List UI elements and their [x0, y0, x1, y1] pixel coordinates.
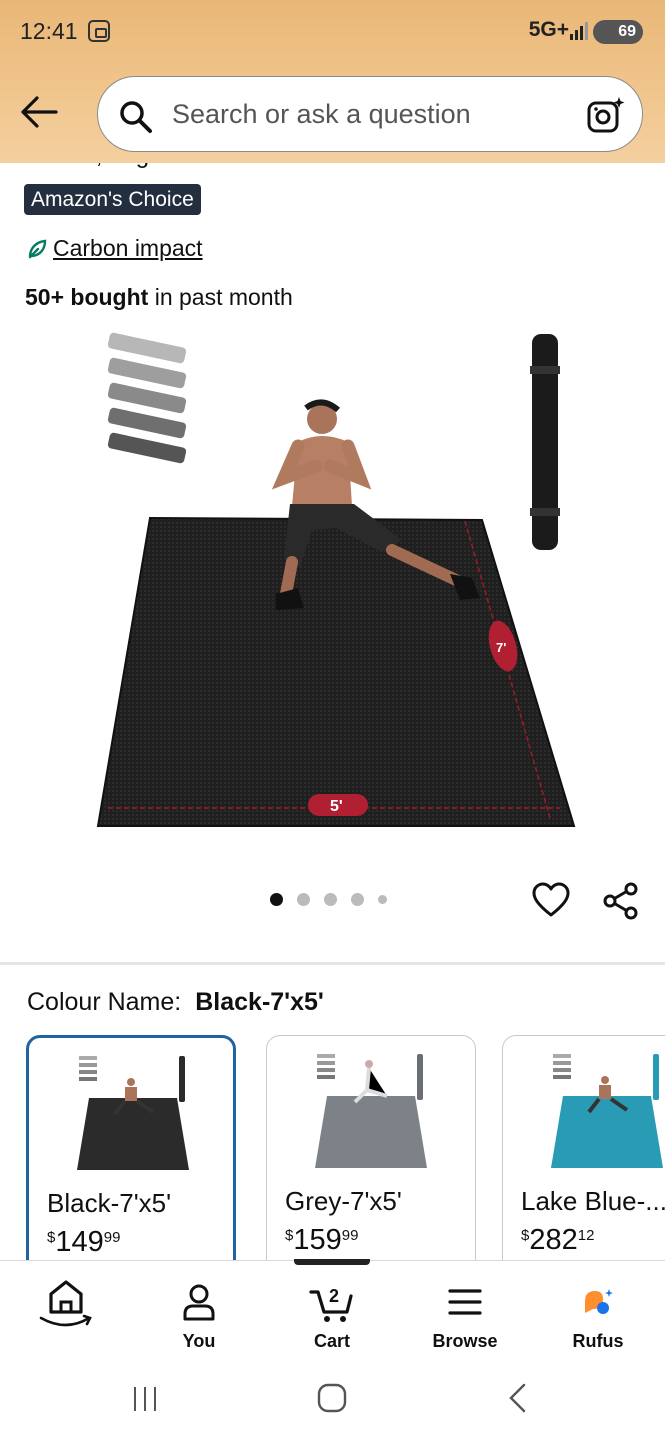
nav-rufus-label: Rufus: [572, 1331, 624, 1351]
menu-icon: [448, 1289, 482, 1315]
signal-icon: [570, 22, 590, 40]
search-icon: [120, 101, 152, 133]
home-button-icon[interactable]: [316, 1382, 348, 1414]
search-bar[interactable]: Search or ask a question: [97, 76, 643, 152]
pagination-dot[interactable]: [324, 893, 337, 906]
nav-rufus[interactable]: Rufus: [548, 1279, 648, 1352]
colour-name-value: Black-7'x5': [195, 988, 324, 1016]
cart-icon: 2: [309, 1286, 353, 1322]
swatch-name: Lake Blue-...: [521, 1186, 665, 1216]
rufus-icon: [585, 1289, 613, 1314]
bottom-navigation: You 2 Cart Browse Rufus: [0, 1259, 665, 1360]
colour-name-label: Colour Name: Black-7'x5': [27, 988, 324, 1017]
mat-length-label: 7': [496, 640, 506, 655]
image-pagination[interactable]: [270, 893, 387, 906]
share-icon[interactable]: [602, 882, 640, 920]
price-cents: 12: [577, 1227, 595, 1244]
price-cents: 99: [103, 1229, 121, 1246]
swatch-thumbnail: [77, 1056, 189, 1170]
pagination-dot[interactable]: [378, 895, 387, 904]
nav-home[interactable]: [16, 1279, 116, 1331]
price-whole: 149: [55, 1226, 104, 1258]
app-header: 12:41 5G+ 69 Search or ask a question: [0, 0, 665, 163]
nav-browse-label: Browse: [432, 1331, 498, 1351]
home-icon: [39, 1280, 92, 1327]
swatch-price: $15999: [285, 1224, 358, 1257]
swatch-name: Black-7'x5': [47, 1188, 172, 1218]
cart-count-badge: 2: [329, 1286, 339, 1306]
carbon-impact-link[interactable]: Carbon impact: [26, 235, 203, 262]
product-image[interactable]: 7' 5': [80, 318, 590, 848]
colour-option-lake-blue[interactable]: Lake Blue-... $28212: [502, 1035, 665, 1275]
bought-count-rest: in past month: [148, 284, 293, 310]
colour-option-black[interactable]: Black-7'x5' $14999: [26, 1035, 236, 1275]
mat-image: 7' 5': [96, 516, 576, 827]
nav-cart-label: Cart: [313, 1331, 350, 1351]
colour-option-grey[interactable]: Grey-7'x5' $15999: [266, 1035, 476, 1275]
colour-name-heading: Colour Name:: [27, 988, 182, 1016]
pagination-dot[interactable]: [297, 893, 310, 906]
swatch-name: Grey-7'x5': [285, 1186, 402, 1216]
pagination-dot[interactable]: [270, 893, 283, 906]
back-arrow-icon[interactable]: [20, 95, 58, 129]
bought-count-bold: 50+ bought: [25, 284, 149, 310]
carbon-impact-label[interactable]: Carbon impact: [53, 235, 203, 262]
leaf-icon: [28, 239, 47, 258]
pagination-dot[interactable]: [351, 893, 364, 906]
rolled-mat-image: [530, 334, 560, 550]
status-bar: 12:41 5G+ 69: [0, 0, 665, 62]
swatch-thumbnail: [551, 1054, 663, 1168]
price-currency: $: [47, 1229, 56, 1246]
person-icon: [183, 1284, 215, 1321]
section-divider: [0, 962, 665, 965]
camera-lens-icon[interactable]: [586, 95, 626, 135]
status-time: 12:41: [20, 18, 78, 44]
nav-cart[interactable]: 2 Cart: [282, 1279, 382, 1352]
screenshot-icon: [88, 20, 110, 42]
heart-icon[interactable]: [532, 882, 570, 918]
price-currency: $: [521, 1227, 530, 1244]
nav-you[interactable]: You: [149, 1279, 249, 1352]
mat-width-label: 5': [330, 798, 343, 815]
swatch-price: $28212: [521, 1224, 594, 1257]
system-navigation-bar: [0, 1360, 665, 1440]
swatch-price: $14999: [47, 1226, 120, 1259]
search-input[interactable]: Search or ask a question: [172, 99, 471, 130]
price-whole: 282: [529, 1224, 578, 1256]
swatch-thumbnail: [315, 1054, 427, 1168]
nav-browse[interactable]: Browse: [415, 1279, 515, 1352]
bought-count: 50+ bought in past month: [25, 284, 293, 311]
nav-you-label: You: [182, 1331, 216, 1351]
battery-indicator: 69: [593, 20, 643, 44]
price-cents: 99: [341, 1227, 359, 1244]
network-indicator: 5G+: [528, 18, 569, 41]
system-back-icon[interactable]: [506, 1382, 530, 1414]
resistance-bands-image: [107, 332, 187, 464]
recents-icon[interactable]: [130, 1384, 160, 1414]
amazons-choice-badge: Amazon's Choice: [24, 184, 201, 215]
price-whole: 159: [293, 1224, 342, 1256]
price-currency: $: [285, 1227, 294, 1244]
active-tab-indicator: [294, 1259, 370, 1265]
